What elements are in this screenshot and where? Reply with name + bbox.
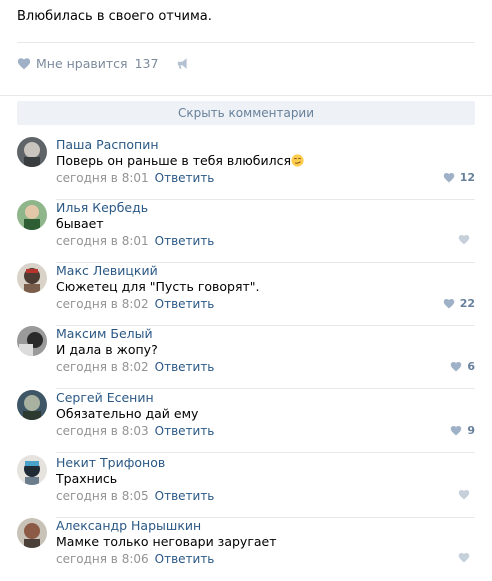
heart-icon: [443, 299, 454, 309]
comment-text: И дала в жопу?: [56, 342, 158, 357]
like-count: 137: [134, 55, 159, 71]
reply-link[interactable]: Ответить: [155, 297, 215, 311]
comment-like[interactable]: 6: [450, 360, 475, 373]
avatar[interactable]: [17, 455, 47, 485]
comment-meta: сегодня в 8:01 Ответить: [56, 234, 214, 248]
comment-time[interactable]: сегодня в 8:03: [56, 424, 149, 438]
divider: [56, 452, 475, 453]
comment-like-count: 22: [459, 297, 475, 310]
comment-author[interactable]: Максим Белый: [56, 326, 153, 341]
reply-link[interactable]: Ответить: [155, 234, 215, 248]
reply-link[interactable]: Ответить: [155, 171, 215, 185]
avatar[interactable]: [17, 518, 47, 548]
comment-meta: сегодня в 8:02 Ответить: [56, 297, 214, 311]
hide-comments-button[interactable]: Скрыть комментарии: [17, 101, 475, 125]
avatar[interactable]: [17, 326, 47, 356]
comment: Сергей Есенин Обязательно дай ему сегодн…: [17, 390, 475, 453]
comment-like[interactable]: 9: [450, 424, 475, 437]
comment-time[interactable]: сегодня в 8:05: [56, 489, 149, 503]
comment-time[interactable]: сегодня в 8:02: [56, 297, 149, 311]
post-text: Влюбилась в своего отчима.: [17, 9, 212, 24]
comment-text: Мамке только неговари заругает: [56, 534, 277, 549]
avatar[interactable]: [17, 137, 47, 167]
comment: Илья Кербедь бывает сегодня в 8:01 Ответи…: [17, 200, 475, 263]
post-like-bar: Мне нравится 137: [17, 55, 191, 71]
divider: [17, 42, 475, 43]
comment-author[interactable]: Александр Нарышкин: [56, 518, 201, 533]
comment-like[interactable]: 12: [443, 171, 475, 184]
comment: Александр Нарышкин Мамке только неговари…: [17, 518, 475, 581]
comment-meta: сегодня в 8:05 Ответить: [56, 489, 214, 503]
heart-icon: [443, 173, 454, 183]
comment-author[interactable]: Макс Левицкий: [56, 263, 158, 278]
comment-text: Обязательно дай ему: [56, 406, 199, 421]
smirk-emoji-icon: [291, 154, 304, 167]
comment-author[interactable]: Илья Кербедь: [56, 200, 148, 215]
comment: Макс Левицкий Сюжетец для "Пусть говорят…: [17, 263, 475, 326]
comment-meta: сегодня в 8:06 Ответить: [56, 552, 214, 566]
avatar[interactable]: [17, 263, 47, 293]
comment-like[interactable]: [458, 234, 475, 245]
comment-time[interactable]: сегодня в 8:01: [56, 171, 149, 185]
heart-icon: [451, 362, 462, 372]
comment-meta: сегодня в 8:03 Ответить: [56, 424, 214, 438]
comment-meta: сегодня в 8:01 Ответить: [56, 171, 214, 185]
reply-link[interactable]: Ответить: [155, 489, 215, 503]
comment-like[interactable]: [458, 489, 475, 500]
reply-link[interactable]: Ответить: [155, 424, 215, 438]
comment-like-count: 6: [467, 360, 475, 373]
heart-icon: [458, 490, 470, 500]
comment-text: бывает: [56, 216, 104, 231]
share-icon[interactable]: [177, 57, 191, 70]
heart-icon: [451, 426, 462, 436]
comment-like[interactable]: 22: [443, 297, 475, 310]
comment: Максим Белый И дала в жопу? сегодня в 8:…: [17, 326, 475, 389]
comment-time[interactable]: сегодня в 8:06: [56, 552, 149, 566]
comment-time[interactable]: сегодня в 8:01: [56, 234, 149, 248]
comment-like[interactable]: [458, 552, 475, 563]
comment-text: Поверь он раньше в тебя влюбился: [56, 153, 304, 168]
comment: Некит Трифонов Трахнись сегодня в 8:05 От…: [17, 455, 475, 518]
comment-text: Сюжетец для "Пусть говорят".: [56, 279, 260, 294]
heart-icon[interactable]: [17, 57, 31, 70]
comment-author[interactable]: Паша Распопин: [56, 137, 159, 152]
heart-icon: [458, 235, 470, 245]
comment-text: Трахнись: [56, 471, 118, 486]
heart-icon: [458, 553, 470, 563]
comment-like-count: 9: [467, 424, 475, 437]
avatar[interactable]: [17, 390, 47, 420]
reply-link[interactable]: Ответить: [155, 360, 215, 374]
avatar[interactable]: [17, 200, 47, 230]
comment-meta: сегодня в 8:02 Ответить: [56, 360, 214, 374]
comment-time[interactable]: сегодня в 8:02: [56, 360, 149, 374]
comment-like-count: 12: [459, 171, 475, 184]
reply-link[interactable]: Ответить: [155, 552, 215, 566]
comment-author[interactable]: Некит Трифонов: [56, 455, 165, 470]
like-label[interactable]: Мне нравится: [36, 56, 128, 71]
divider: [0, 95, 492, 96]
divider: [56, 388, 475, 389]
comment-author[interactable]: Сергей Есенин: [56, 390, 154, 405]
comment: Паша Распопин Поверь он раньше в тебя вл…: [17, 137, 475, 200]
